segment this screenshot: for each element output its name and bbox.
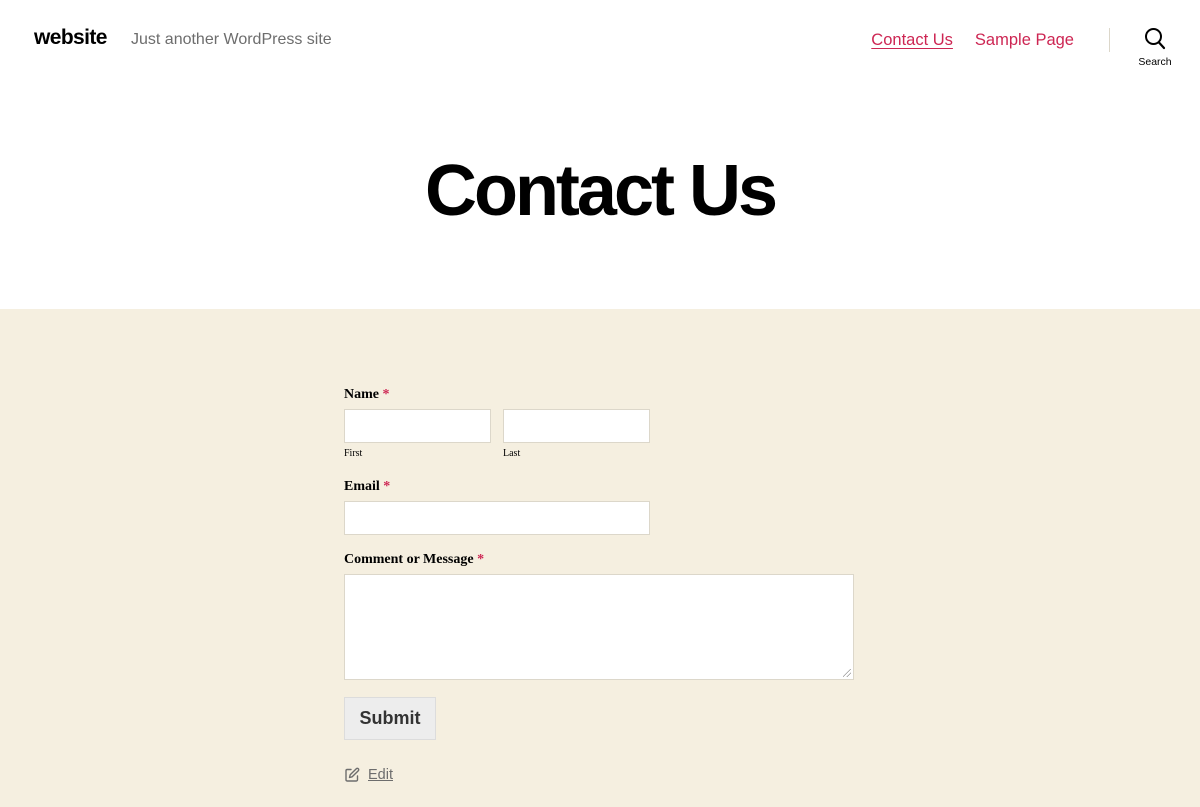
message-required-marker: * — [477, 552, 485, 567]
first-name-sublabel: First — [344, 448, 363, 459]
message-textarea[interactable] — [344, 574, 854, 680]
site-title-link[interactable]: website — [34, 26, 107, 50]
site-tagline: Just another WordPress site — [131, 31, 332, 48]
nav-item-sample-page[interactable]: Sample Page — [975, 31, 1074, 50]
resize-handle-icon[interactable] — [843, 669, 851, 677]
page-content: Name * First Last Email * Comment or Mes… — [0, 309, 1200, 807]
email-input[interactable] — [344, 501, 650, 535]
last-name-sublabel: Last — [503, 448, 521, 459]
message-label: Comment or Message * — [344, 552, 484, 568]
email-label-text: Email — [344, 479, 380, 494]
email-required-marker: * — [383, 479, 391, 494]
name-required-marker: * — [382, 387, 390, 402]
edit-link[interactable]: Edit — [344, 767, 393, 783]
search-icon — [1145, 28, 1166, 50]
nav-item-contact-us[interactable]: Contact Us — [871, 31, 953, 50]
first-name-input[interactable] — [344, 409, 491, 443]
name-label-text: Name — [344, 387, 379, 402]
message-label-text: Comment or Message — [344, 552, 474, 567]
site-header: website Just another WordPress site Cont… — [0, 0, 1200, 309]
edit-icon — [345, 767, 360, 782]
page-title: Contact Us — [424, 151, 778, 231]
header-divider — [1109, 28, 1110, 52]
submit-button[interactable]: Submit — [344, 697, 436, 740]
edit-link-label: Edit — [368, 767, 393, 783]
email-label: Email * — [344, 479, 390, 495]
search-label: Search — [1138, 56, 1172, 68]
search-toggle-button[interactable]: Search — [1133, 27, 1177, 73]
last-name-input[interactable] — [503, 409, 650, 443]
primary-nav: Contact Us Sample Page — [871, 31, 1074, 50]
name-label: Name * — [344, 387, 390, 403]
